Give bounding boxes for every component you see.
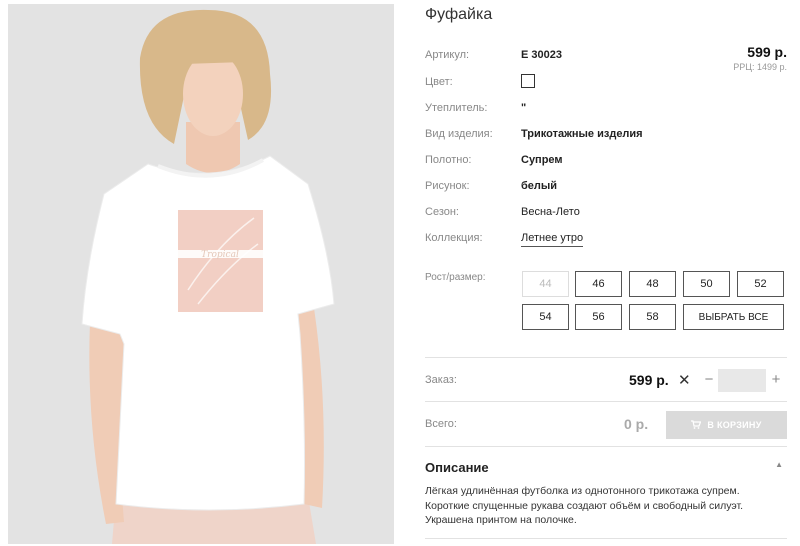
print-graphic [178, 210, 263, 312]
add-to-cart-label: В КОРЗИНУ [707, 420, 762, 430]
spec-value: " [521, 102, 527, 114]
spec-row-fabric: Полотно: Супрем [425, 152, 787, 170]
divider [425, 446, 787, 447]
spec-label: Вид изделия: [425, 128, 493, 140]
decrement-button[interactable]: − [702, 369, 716, 391]
divider [425, 357, 787, 358]
spec-value: Весна-Лето [521, 206, 580, 218]
spec-row-item-type: Вид изделия: Трикотажные изделия [425, 126, 787, 144]
times-icon: ✕ [678, 372, 691, 389]
spec-label: Полотно: [425, 154, 472, 166]
spec-row-season: Сезон: Весна-Лето [425, 204, 787, 222]
total-label: Всего: [425, 418, 457, 430]
product-info: Фуфайка 599 р. РРЦ: 1499 р. Артикул: E 3… [425, 0, 787, 546]
size-button-52[interactable]: 52 [737, 271, 784, 297]
total-value: 0 р. [624, 416, 649, 432]
size-button-58[interactable]: 58 [629, 304, 676, 330]
spec-value: E 30023 [521, 49, 562, 61]
description-line: Короткие спущенные рукава создают объём … [425, 499, 744, 512]
print-text: Tropical [201, 250, 239, 260]
spec-row-pattern: Рисунок: белый [425, 178, 787, 196]
spec-label: Рисунок: [425, 180, 470, 192]
size-button-50[interactable]: 50 [683, 271, 730, 297]
description-line: Лёгкая удлинённая футболка из однотонног… [425, 485, 740, 497]
description-text: Лёгкая удлинённая футболка из однотонног… [425, 484, 787, 528]
divider [425, 401, 787, 402]
spec-label: Утеплитель: [425, 102, 488, 114]
size-button-56[interactable]: 56 [575, 304, 622, 330]
spec-row-article: Артикул: E 30023 [425, 47, 787, 65]
spec-row-collection: Коллекция: Летнее утро [425, 230, 787, 248]
spec-value: Трикотажные изделия [521, 128, 643, 140]
size-button-54[interactable]: 54 [522, 304, 569, 330]
spec-value: белый [521, 180, 558, 192]
quantity-input[interactable] [718, 369, 766, 392]
description-title: Описание [425, 460, 489, 475]
divider [425, 538, 787, 539]
spec-label: Артикул: [425, 49, 470, 61]
size-button-44: 44 [522, 271, 569, 297]
description-line: Украшена принтом на полочке. [425, 514, 577, 526]
sizes-label: Рост/размер: [425, 272, 486, 283]
add-to-cart-button[interactable]: В КОРЗИНУ [666, 411, 787, 439]
collapse-toggle-icon[interactable]: ▲ [775, 460, 783, 469]
product-image: Tropical [8, 4, 394, 544]
select-all-button[interactable]: ВЫБРАТЬ ВСЕ [683, 304, 784, 330]
spec-row-color: Цвет: [425, 74, 787, 92]
spec-label: Коллекция: [425, 232, 483, 244]
order-label: Заказ: [425, 374, 457, 386]
spec-row-insulation: Утеплитель: " [425, 100, 787, 118]
spec-label: Цвет: [425, 76, 453, 88]
increment-button[interactable]: + [768, 369, 784, 391]
cart-icon [691, 419, 702, 431]
size-button-46[interactable]: 46 [575, 271, 622, 297]
spec-label: Сезон: [425, 206, 459, 218]
product-title: Фуфайка [425, 6, 493, 23]
order-price: 599 р. [629, 372, 669, 388]
color-swatch[interactable] [521, 74, 535, 88]
spec-value: Супрем [521, 154, 563, 166]
product-photo: Tropical [8, 4, 394, 544]
size-button-48[interactable]: 48 [629, 271, 676, 297]
collection-link[interactable]: Летнее утро [521, 232, 584, 247]
